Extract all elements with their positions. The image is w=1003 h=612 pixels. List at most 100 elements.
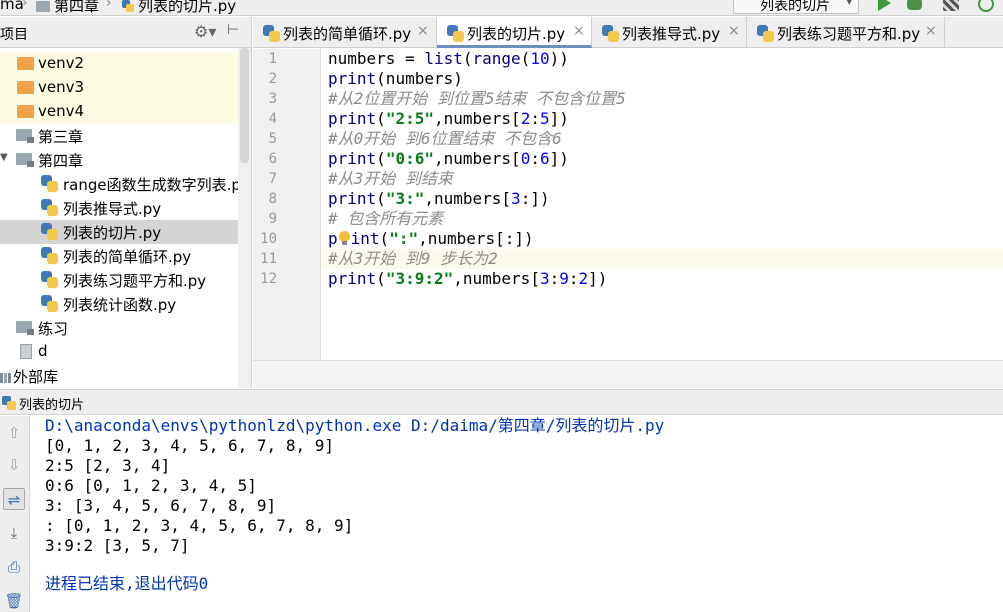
python-file-icon — [41, 199, 58, 216]
tree-item-comprehension-file[interactable]: 列表推导式.py — [0, 196, 239, 220]
trash-icon[interactable]: 🗑 — [3, 590, 25, 612]
debug-icon[interactable] — [907, 0, 922, 10]
tree-item-label: 列表的简单循环.py — [63, 248, 192, 266]
excluded-folder-icon — [17, 81, 34, 94]
console-line: 2:5 [2, 3, 4] — [45, 456, 171, 475]
line-number: 8 — [268, 191, 277, 207]
tree-item-label: venv3 — [38, 78, 85, 96]
line-number: 3 — [268, 91, 277, 107]
expand-arrow-icon[interactable]: ▼ — [0, 152, 8, 163]
close-icon[interactable]: × — [728, 23, 740, 39]
line-number: 9 — [268, 211, 277, 227]
line-number: 7 — [268, 171, 277, 187]
scrollbar-thumb[interactable] — [240, 48, 249, 163]
breadcrumb-folder[interactable]: 第四章 — [36, 0, 100, 15]
code-line: print("3:9:2",numbers[3:9:2]) — [328, 269, 608, 288]
tree-item-d[interactable]: d — [0, 340, 239, 364]
code-line: #从2位置开始 到位置5结束 不包含位置5 — [328, 89, 626, 108]
tree-item-chapter3[interactable]: 第三章 — [0, 124, 239, 148]
code-line: p int(":",numbers[:]) — [328, 229, 534, 248]
code-line: print("0:6",numbers[0:6]) — [328, 149, 569, 168]
editor-tabs: 列表的简单循环.py × 列表的切片.py × 列表推导式.py × 列表练习题… — [253, 17, 1003, 48]
tab-list-comprehension[interactable]: 列表推导式.py × — [592, 17, 747, 48]
tree-item-exercise[interactable]: 练习 — [0, 316, 239, 340]
project-scrollbar[interactable] — [238, 48, 251, 388]
run-toolbar: ⇧ ⇩ ⇌ ⤓ ⎙ 🗑 — [0, 416, 30, 612]
code-editor[interactable]: 1 2 3 4 5 6 7 8 9 10 11 12 numbers = lis… — [253, 49, 1003, 388]
intention-bulb-icon[interactable] — [338, 231, 351, 246]
tree-item-label: venv4 — [38, 102, 85, 120]
tree-item-label: 第三章 — [38, 128, 84, 146]
arrow-down-icon[interactable]: ⇩ — [3, 454, 25, 476]
hide-panel-icon[interactable]: ⊢ — [227, 22, 239, 38]
console-line: : [0, 1, 2, 3, 4, 5, 6, 7, 8, 9] — [45, 516, 354, 535]
console-line: [0, 1, 2, 3, 4, 5, 6, 7, 8, 9] — [45, 436, 334, 455]
tree-item-loop-file[interactable]: 列表的简单循环.py — [0, 244, 239, 268]
close-icon[interactable]: × — [417, 23, 429, 39]
profile-icon[interactable] — [978, 0, 994, 12]
line-number: 10 — [260, 231, 277, 247]
code-line: #从3开始 到结束 — [328, 169, 453, 188]
gear-icon[interactable]: ⚙▾ — [194, 22, 216, 41]
tree-item-label: venv2 — [38, 54, 85, 72]
tree-item-label: 列表推导式.py — [63, 200, 162, 218]
line-number: 6 — [268, 151, 277, 167]
console-output[interactable]: D:\anaconda\envs\pythonlzd\python.exe D:… — [31, 416, 1003, 612]
console-line: 0:6 [0, 1, 2, 3, 4, 5] — [45, 476, 257, 495]
folder-icon — [16, 153, 34, 167]
excluded-folder-icon — [17, 105, 34, 118]
run-panel-tab[interactable]: 列表的切片 — [19, 394, 84, 413]
scroll-to-end-icon[interactable]: ⤓ — [3, 522, 25, 544]
tab-label: 列表的切片.py — [467, 25, 566, 43]
tab-list-loop[interactable]: 列表的简单循环.py × — [253, 17, 437, 48]
editor-bottom-area — [253, 360, 1003, 388]
breadcrumb-separator: › — [22, 0, 28, 11]
soft-wrap-icon[interactable]: ⇌ — [3, 488, 25, 510]
tree-item-stats-file[interactable]: 列表统计函数.py — [0, 292, 239, 316]
tab-label: 列表的简单循环.py — [283, 25, 412, 43]
python-file-icon — [602, 25, 619, 42]
code-line: #从3开始 到9 步长为2 — [328, 249, 498, 268]
tree-item-label: d — [38, 342, 48, 360]
line-number-gutter: 1 2 3 4 5 6 7 8 9 10 11 12 — [253, 49, 321, 360]
tree-item-label: 列表练习题平方和.py — [63, 272, 207, 290]
breadcrumb-project[interactable]: ma — [0, 0, 24, 13]
close-icon[interactable]: × — [573, 23, 585, 39]
tree-item-slice-file[interactable]: 列表的切片.py — [0, 220, 239, 244]
line-number: 12 — [260, 271, 277, 287]
python-file-icon — [757, 25, 774, 42]
project-panel-header: 项目 ⚙▾ ⊢ — [0, 17, 251, 48]
python-file-icon — [41, 295, 58, 312]
python-file-icon — [41, 223, 58, 240]
code-area[interactable]: numbers = list(range(10)) print(numbers)… — [322, 49, 1003, 360]
line-number: 1 — [268, 51, 277, 67]
project-panel-title[interactable]: 项目 — [0, 24, 28, 44]
project-panel: 项目 ⚙▾ ⊢ venv2 venv3 venv4 第三章 ▼ 第四章 rang… — [0, 17, 252, 388]
tree-item-range-file[interactable]: range函数生成数字列表.py — [0, 172, 250, 196]
tree-item-chapter4[interactable]: ▼ 第四章 — [0, 148, 239, 172]
coverage-icon[interactable] — [943, 0, 959, 11]
folder-icon — [36, 1, 50, 12]
line-number: 11 — [260, 251, 277, 267]
tree-item-external-libraries[interactable]: 外部库 — [0, 364, 239, 388]
code-line: #从0开始 到6位置结束 不包含6 — [328, 129, 562, 148]
run-configuration-label: 列表的切片 — [760, 0, 830, 14]
print-icon[interactable]: ⎙ — [3, 556, 25, 578]
tab-list-slice[interactable]: 列表的切片.py × — [437, 17, 592, 48]
breadcrumb-separator: › — [106, 0, 112, 11]
python-file-icon — [41, 247, 58, 264]
tree-item-venv4[interactable]: venv4 — [0, 100, 239, 124]
breadcrumb-folder-label: 第四章 — [54, 0, 100, 15]
tree-item-venv3[interactable]: venv3 — [0, 76, 239, 100]
tree-item-squares-file[interactable]: 列表练习题平方和.py — [0, 268, 239, 292]
close-icon[interactable]: × — [925, 23, 937, 39]
file-icon — [20, 344, 32, 359]
arrow-up-icon[interactable]: ⇧ — [3, 422, 25, 444]
tree-item-venv2[interactable]: venv2 — [0, 52, 239, 76]
python-file-icon — [122, 0, 134, 12]
code-line: # 包含所有元素 — [328, 209, 444, 228]
run-icon[interactable] — [878, 0, 891, 11]
breadcrumb-file[interactable]: 列表的切片.py — [122, 0, 236, 15]
run-configuration-dropdown[interactable]: 列表的切片 ▾ — [733, 0, 859, 14]
tab-list-squares[interactable]: 列表练习题平方和.py × — [747, 17, 945, 48]
